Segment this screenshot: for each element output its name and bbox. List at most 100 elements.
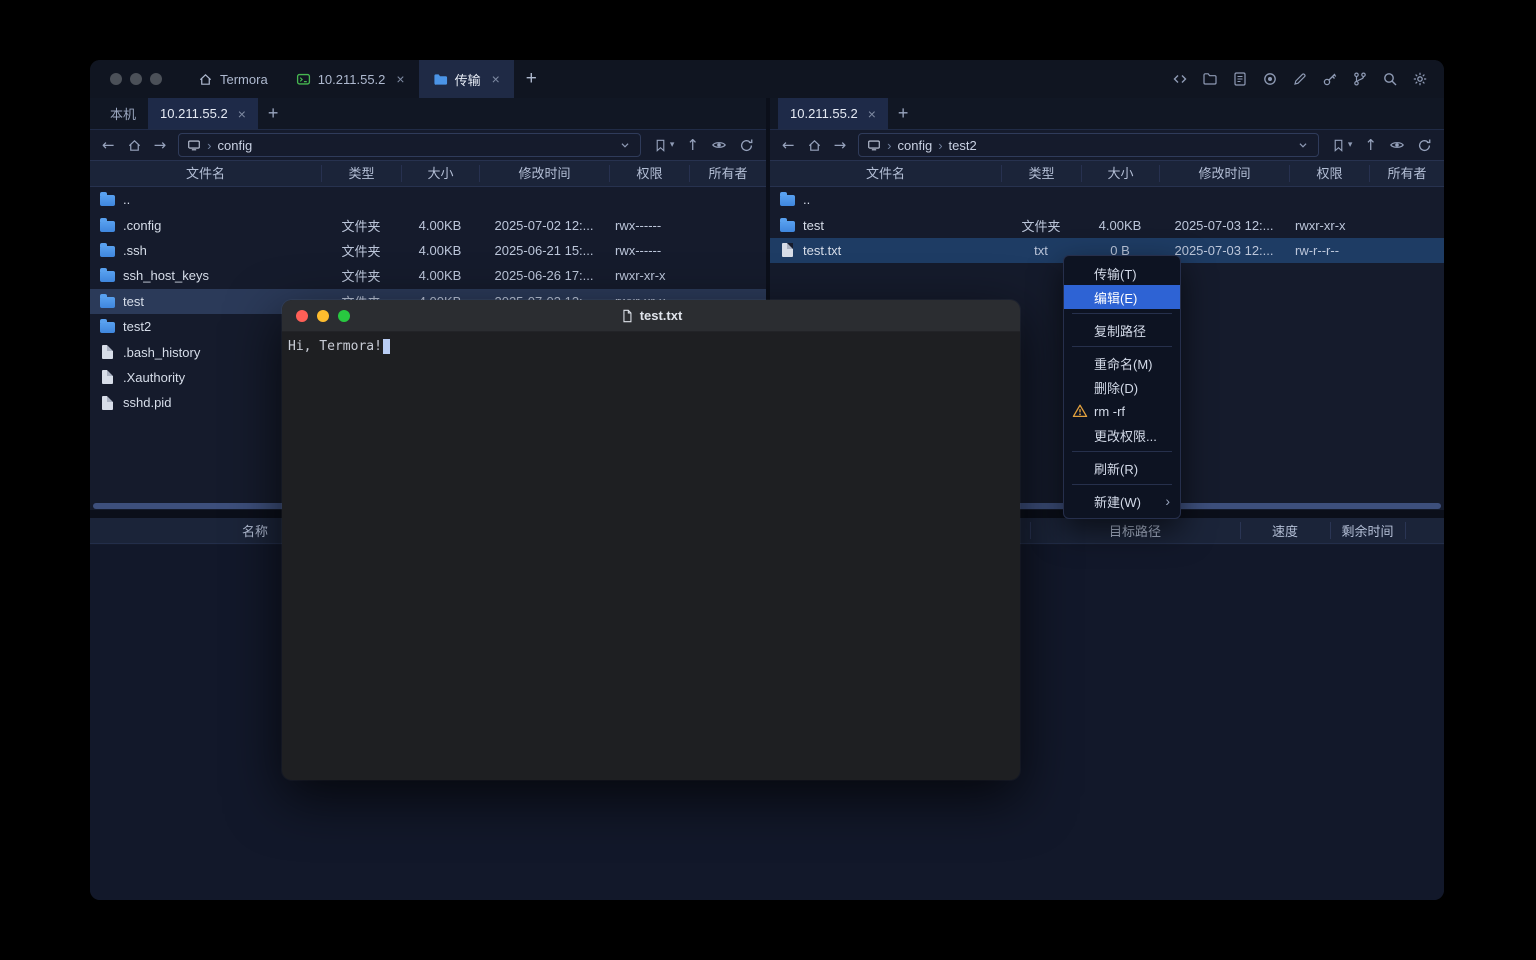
home-button[interactable]: [807, 138, 822, 153]
file-row[interactable]: ..: [90, 187, 766, 212]
refresh-button[interactable]: [739, 138, 754, 153]
close-window-button[interactable]: [110, 73, 122, 85]
file-permissions: rw-r--r--: [1289, 243, 1369, 258]
minimize-window-button[interactable]: [130, 73, 142, 85]
column-header-target-path[interactable]: 目标路径: [1030, 518, 1240, 543]
tab-label: 10.211.55.2: [160, 106, 228, 121]
tab-local[interactable]: 本机: [98, 98, 148, 129]
column-header-filename[interactable]: 文件名: [90, 165, 321, 182]
refresh-icon: [1417, 138, 1432, 153]
file-row[interactable]: .config 文件夹 4.00KB 2025-07-02 12:... rwx…: [90, 212, 766, 237]
column-header-owner[interactable]: 所有者: [1369, 165, 1444, 182]
tab-remote-host[interactable]: 10.211.55.2 ×: [778, 98, 888, 129]
file-name: test: [123, 294, 144, 309]
close-tab-icon[interactable]: ×: [396, 72, 404, 86]
file-row[interactable]: test 文件夹 4.00KB 2025-07-03 12:... rwxr-x…: [770, 212, 1444, 237]
file-row[interactable]: ssh_host_keys 文件夹 4.00KB 2025-06-26 17:.…: [90, 263, 766, 288]
back-button[interactable]: ←: [102, 136, 115, 154]
path-bar[interactable]: › config › test2: [858, 133, 1319, 157]
back-button[interactable]: ←: [782, 136, 795, 154]
column-header-modified[interactable]: 修改时间: [479, 165, 609, 182]
column-header-permissions[interactable]: 权限: [609, 165, 689, 182]
new-panel-tab-button[interactable]: +: [898, 103, 909, 124]
column-header-permissions[interactable]: 权限: [1289, 165, 1369, 182]
column-header-owner[interactable]: 所有者: [689, 165, 766, 182]
column-header-size[interactable]: 大小: [1081, 165, 1159, 182]
close-tab-icon[interactable]: ×: [492, 72, 500, 86]
close-tab-icon[interactable]: ×: [238, 107, 246, 121]
chevron-down-icon[interactable]: [618, 138, 632, 152]
menu-item-new[interactable]: 新建(W) ›: [1064, 489, 1180, 513]
eye-icon: [711, 137, 727, 153]
file-row[interactable]: .ssh 文件夹 4.00KB 2025-06-21 15:... rwx---…: [90, 238, 766, 263]
column-header-modified[interactable]: 修改时间: [1159, 165, 1289, 182]
show-hidden-button[interactable]: [1389, 137, 1405, 153]
chevron-down-icon[interactable]: [1296, 138, 1310, 152]
menu-item-rm-rf[interactable]: rm -rf: [1064, 399, 1180, 423]
editor-content[interactable]: Hi, Termora!: [282, 332, 1020, 361]
path-segment[interactable]: config: [898, 138, 933, 153]
computer-icon: [867, 138, 881, 152]
editor-minimize-button[interactable]: [317, 310, 329, 322]
path-separator: ›: [938, 138, 942, 153]
menu-item-delete[interactable]: 删除(D): [1064, 375, 1180, 399]
tab-ssh-host[interactable]: 10.211.55.2 ×: [282, 60, 419, 98]
key-icon[interactable]: [1322, 71, 1338, 87]
parent-dir-button[interactable]: ↑: [1364, 136, 1377, 154]
path-bar[interactable]: › config: [178, 133, 641, 157]
file-icon: [100, 195, 115, 206]
titlebar-actions: [1172, 60, 1428, 98]
path-segment[interactable]: test2: [949, 138, 977, 153]
menu-separator: [1072, 451, 1172, 452]
branch-icon[interactable]: [1352, 71, 1368, 87]
refresh-button[interactable]: [1417, 138, 1432, 153]
edit-icon[interactable]: [1292, 71, 1308, 87]
file-size: 4.00KB: [401, 268, 479, 283]
home-button[interactable]: [127, 138, 142, 153]
record-icon[interactable]: [1262, 71, 1278, 87]
column-header-type[interactable]: 类型: [1001, 165, 1081, 182]
tab-termora[interactable]: Termora: [184, 60, 282, 98]
menu-item-change-permissions[interactable]: 更改权限...: [1064, 423, 1180, 447]
log-icon[interactable]: [1232, 71, 1248, 87]
menu-item-refresh[interactable]: 刷新(R): [1064, 456, 1180, 480]
tab-remote-host[interactable]: 10.211.55.2 ×: [148, 98, 258, 129]
window-controls: [110, 73, 162, 85]
column-header-type[interactable]: 类型: [321, 165, 401, 182]
bookmark-button[interactable]: ▾: [1331, 138, 1353, 153]
show-hidden-button[interactable]: [711, 137, 727, 153]
file-modified: 2025-07-02 12:...: [479, 218, 609, 233]
menu-item-edit[interactable]: 编辑(E): [1064, 285, 1180, 309]
menu-item-transfer[interactable]: 传输(T): [1064, 261, 1180, 285]
folder-icon[interactable]: [1202, 71, 1218, 87]
column-header-filename[interactable]: 文件名: [770, 165, 1001, 182]
close-tab-icon[interactable]: ×: [868, 107, 876, 121]
forward-button[interactable]: →: [154, 136, 167, 154]
path-separator: ›: [887, 138, 891, 153]
editor-titlebar[interactable]: test.txt: [282, 300, 1020, 332]
column-header-speed[interactable]: 速度: [1240, 518, 1330, 543]
forward-button[interactable]: →: [834, 136, 847, 154]
column-header-remaining[interactable]: 剩余时间: [1330, 518, 1405, 543]
search-icon[interactable]: [1382, 71, 1398, 87]
editor-zoom-button[interactable]: [338, 310, 350, 322]
column-header-size[interactable]: 大小: [401, 165, 479, 182]
code-icon[interactable]: [1172, 71, 1188, 87]
settings-icon[interactable]: [1412, 71, 1428, 87]
menu-item-copy-path[interactable]: 复制路径: [1064, 318, 1180, 342]
menu-separator: [1072, 346, 1172, 347]
editor-close-button[interactable]: [296, 310, 308, 322]
new-panel-tab-button[interactable]: +: [268, 103, 279, 124]
tab-transfer[interactable]: 传输 ×: [419, 60, 514, 98]
zoom-window-button[interactable]: [150, 73, 162, 85]
column-separator: [1405, 522, 1406, 539]
file-row[interactable]: ..: [770, 187, 1444, 212]
new-tab-button[interactable]: +: [526, 68, 537, 90]
bookmark-button[interactable]: ▾: [653, 138, 675, 153]
path-segment[interactable]: config: [218, 138, 253, 153]
titlebar: Termora 10.211.55.2 × 传输 × +: [90, 60, 1444, 98]
file-name: .Xauthority: [123, 370, 185, 385]
file-icon: [780, 221, 795, 232]
parent-dir-button[interactable]: ↑: [686, 136, 699, 154]
menu-item-rename[interactable]: 重命名(M): [1064, 351, 1180, 375]
